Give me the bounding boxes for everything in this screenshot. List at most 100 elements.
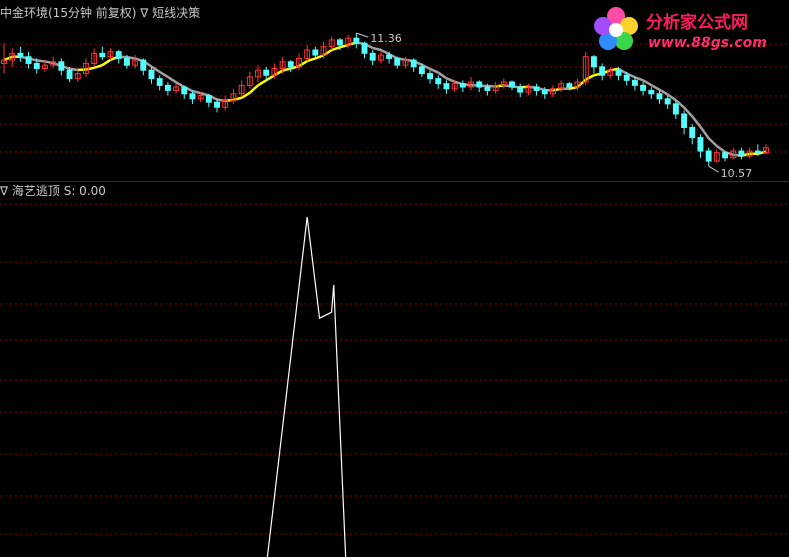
candle-body [336,39,343,46]
formula-name[interactable]: 短线决策 [152,6,200,20]
indicator-name[interactable]: 海艺逃顶 [12,184,60,198]
moving-average-segment [429,67,439,74]
candle-body [17,52,24,58]
candle-body [459,83,466,88]
candle-body [312,49,319,56]
moving-average-segment [192,89,201,95]
moving-average-segment [699,126,710,139]
candle-body [484,86,491,91]
candle-body [386,54,393,59]
high-price-label: 11.36 [370,32,402,45]
moving-average-segment [101,58,112,67]
moving-average-segment [167,75,177,84]
candle-body [599,66,606,76]
flower-logo-icon [594,7,638,50]
formula-marker[interactable]: ∇ [140,6,148,20]
candle-body [656,93,663,100]
candle-body [115,51,122,59]
candle-body [394,57,401,66]
candle-body [353,37,360,44]
candle-body [156,78,163,86]
indicator-panel [0,182,789,557]
candle-body [25,56,32,64]
moving-average-segment [331,46,341,52]
moving-average-segment [248,84,259,94]
moving-average-segment [380,48,390,56]
moving-average-segment [576,78,587,88]
candle-body [615,69,622,76]
candle-body [541,89,548,95]
candle-body [263,69,270,76]
moving-average-segment [707,137,718,147]
moving-average-segment [298,60,308,68]
candle-body [58,61,65,71]
candle-body [287,61,294,68]
candle-body [672,103,679,115]
candle-body [648,89,655,95]
moving-average-segment [36,59,46,63]
candle-body [631,79,638,86]
candle-body [123,57,130,66]
candle-body [435,78,442,85]
moving-average-segment [273,69,284,77]
candle-body [148,69,155,80]
candle-body [369,52,376,61]
candle-body [689,126,696,139]
high-marker-line [356,32,369,38]
moving-average-segment [233,96,242,102]
candle-body [33,62,40,70]
candle-body [214,101,220,108]
candle-body [181,86,188,95]
moving-average-segment [437,71,448,80]
moving-average-segment [314,54,324,60]
low-price-label: 10.57 [721,167,753,180]
candle-body [140,59,147,71]
moving-average-segment [85,66,95,71]
candle-body [697,137,704,152]
moving-average-segment [265,74,276,82]
price-panel-title: 中金环境(15分钟 前复权) ∇ 短线决策 [0,4,200,21]
site-logo: 分析家公式网 www.88gs.com [588,2,788,58]
candle-body [738,150,745,157]
candle-body [66,69,73,80]
candle-body [705,150,712,162]
candle-body [681,113,688,128]
candle-body [410,59,417,68]
moving-average-segment [175,81,185,89]
candle-body [566,83,573,88]
signal-line [266,216,347,557]
moving-average-segment [159,70,169,79]
candle-body [418,66,425,75]
stock-title: 中金环境(15分钟 前复权) [0,6,137,20]
low-marker-line [708,165,719,173]
logo-name: 分析家公式网 [646,13,748,33]
price-panel: 11.36 10.57 中金环境(15分钟 前复权) ∇ 短线决策 分析家公式网 … [0,0,789,181]
moving-average-segment [642,79,652,87]
candle-body [427,73,434,80]
indicator-panel-title: ∇ 海艺逃顶 S: 0.00 [0,182,106,199]
candle-body [443,83,450,90]
moving-average-segment [3,55,13,62]
moving-average-segment [716,144,726,154]
moving-average-segment [257,79,267,87]
moving-average-segment [691,115,702,128]
moving-average-segment [372,46,382,52]
candle-body [189,93,196,100]
candle-body [722,152,728,159]
candle-body [509,81,515,88]
moving-average-segment [445,77,456,83]
candle-body [754,150,761,154]
candle-body [640,84,647,91]
candle-body [517,86,524,93]
moving-average-segment [650,83,661,91]
indicator-marker[interactable]: ∇ [0,184,8,198]
candle-body [623,74,630,81]
candle-body [99,52,106,58]
candle-body [164,84,171,91]
logo-url[interactable]: www.88gs.com [648,35,767,51]
candle-body [361,42,368,54]
candle-body [476,81,483,88]
indicator-chart [0,203,789,557]
moving-average-segment [585,74,595,81]
indicator-value: S: 0.00 [63,184,106,198]
